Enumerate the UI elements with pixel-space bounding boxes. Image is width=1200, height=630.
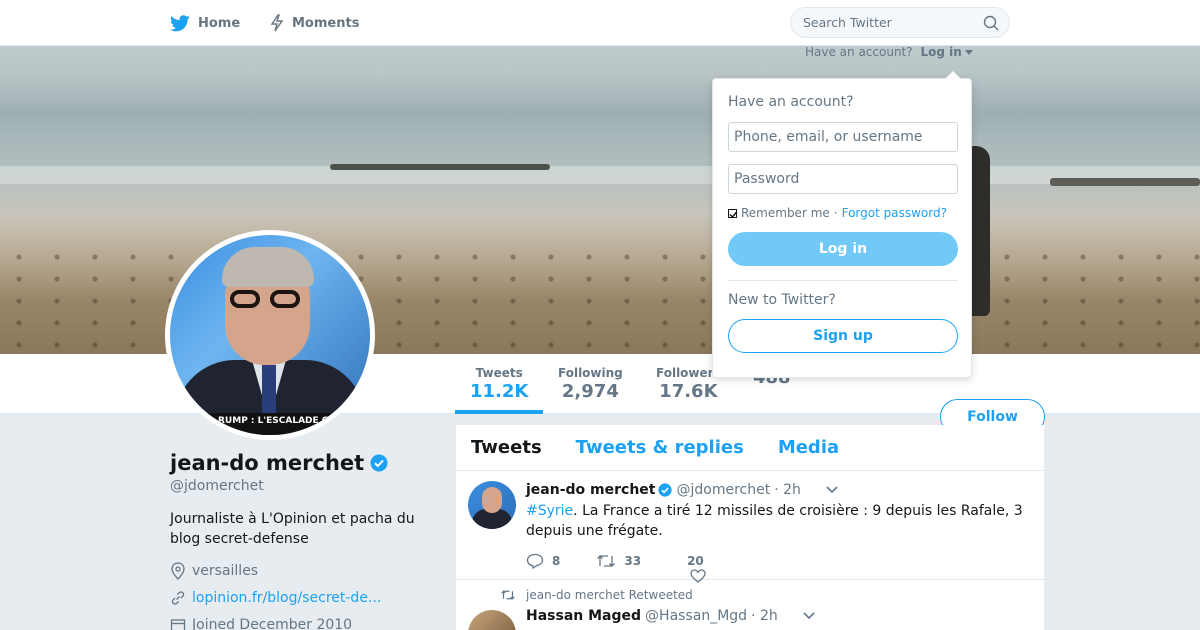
dropdown-divider [728, 280, 958, 281]
website-text[interactable]: lopinion.fr/blog/secret-de... [192, 590, 381, 606]
verified-badge-icon [658, 483, 673, 497]
avatar-caption: RUMP : L'ESCALADE GUE [170, 413, 370, 435]
nav-home-label: Home [198, 15, 241, 31]
tab-tweets[interactable]: Tweets [471, 437, 542, 458]
like-action[interactable]: 20 [677, 553, 706, 583]
avatar-hair [222, 247, 314, 287]
banner-rock-right [1050, 178, 1200, 186]
tweet-header: Hassan Maged @Hassan_Mgd · 2h [526, 608, 816, 624]
stat-label: Tweets [475, 366, 523, 380]
tweet-avatar[interactable] [468, 481, 516, 529]
have-account-text: Have an account? [805, 45, 913, 59]
stat-followers[interactable]: Followers 17.6K [656, 366, 721, 402]
stat-following[interactable]: Following 2,974 [558, 366, 623, 402]
joined-text: Joined December 2010 [192, 617, 353, 630]
login-dropdown: Have an account? Phone, email, or userna… [712, 71, 972, 378]
stat-label: Following [558, 366, 623, 380]
profile-bio: Journaliste à L'Opinion et pacha du blog… [170, 511, 415, 547]
tweet-body: . La France a tiré 12 missiles de croisi… [526, 503, 1023, 539]
signup-button[interactable]: Sign up [728, 319, 958, 353]
tweet-time[interactable]: · 2h [774, 482, 801, 498]
login-button[interactable]: Log in [728, 232, 958, 266]
stat-value: 17.6K [659, 381, 718, 402]
profile-location: versailles [170, 562, 258, 580]
tweet-avatar[interactable] [468, 610, 516, 630]
top-nav: Home Moments Search Twitter [0, 0, 1200, 46]
retweet-action[interactable]: 33 [596, 553, 641, 569]
tweet-handle[interactable]: @Hassan_Mgd [645, 608, 747, 624]
tweet-actions: 8 33 20 [526, 553, 740, 583]
profile-handle[interactable]: @jdomerchet [170, 478, 264, 494]
search-input[interactable]: Search Twitter [790, 7, 1010, 38]
stat-tweets[interactable]: Tweets 11.2K [470, 366, 528, 402]
new-to-twitter-text: New to Twitter? [728, 292, 836, 308]
caret-down-icon[interactable] [964, 50, 973, 55]
stat-label: Followers [656, 366, 721, 380]
verified-badge-icon [370, 454, 388, 472]
active-stat-indicator [455, 410, 543, 414]
banner-rock [330, 164, 550, 170]
retweet-icon [597, 555, 616, 567]
reply-action[interactable]: 8 [526, 553, 560, 569]
lightning-icon [270, 14, 284, 32]
remember-label[interactable]: Remember me [741, 206, 830, 220]
timeline-tabs: Tweets Tweets & replies Media [456, 425, 1044, 471]
stat-value: 11.2K [470, 381, 529, 402]
reply-icon [526, 553, 544, 569]
search-placeholder: Search Twitter [803, 15, 892, 30]
tweet-hashtag[interactable]: #Syrie [526, 503, 573, 519]
profile-website[interactable]: lopinion.fr/blog/secret-de... [170, 590, 381, 606]
profile-joined: Joined December 2010 [170, 617, 352, 630]
profile-name-row: jean-do merchet [170, 451, 388, 475]
location-pin-icon [171, 562, 185, 580]
separator-dot: · [833, 206, 838, 220]
username-field[interactable]: Phone, email, or username [728, 122, 958, 152]
password-field[interactable]: Password [728, 164, 958, 194]
tweet-author[interactable]: jean-do merchet [526, 482, 655, 498]
tweet-text: #Syrie. La France a tiré 12 missiles de … [526, 501, 1031, 541]
tweet-header: jean-do merchet @jdomerchet · 2h [526, 482, 839, 498]
tweet-author[interactable]: Hassan Maged [526, 608, 641, 624]
location-text: versailles [192, 563, 259, 579]
calendar-icon [170, 619, 186, 630]
tweet[interactable]: jean-do merchet @jdomerchet · 2h #Syrie.… [456, 471, 1044, 583]
login-dropdown-title: Have an account? [728, 94, 854, 110]
tweet-handle[interactable]: @jdomerchet [676, 482, 770, 498]
chevron-down-icon[interactable] [825, 485, 839, 495]
checkmark-icon [729, 210, 738, 218]
search-icon[interactable] [983, 15, 999, 31]
stat-value: 2,974 [561, 381, 619, 402]
twitter-bird-icon [170, 14, 190, 31]
password-placeholder: Password [734, 171, 800, 187]
retweet-context-text: jean-do merchet Retweeted [526, 588, 693, 602]
reply-count: 8 [552, 554, 561, 568]
tab-media[interactable]: Media [778, 437, 839, 458]
remember-row: Remember me · Forgot password? [728, 206, 956, 220]
nav-moments[interactable]: Moments [270, 0, 359, 46]
banner-water [0, 166, 1200, 184]
timeline: Tweets Tweets & replies Media jean-do me… [456, 425, 1044, 630]
link-icon [171, 591, 185, 605]
retweet-icon [501, 590, 515, 600]
tab-tweets-replies[interactable]: Tweets & replies [576, 437, 744, 458]
retweet-context: jean-do merchet Retweeted [500, 588, 693, 602]
chevron-down-icon[interactable] [802, 611, 816, 621]
login-toggle[interactable]: Log in [920, 45, 961, 59]
tweet[interactable]: jean-do merchet Retweeted Hassan Maged @… [456, 580, 1044, 630]
nav-moments-label: Moments [292, 15, 360, 31]
have-account-prompt: Have an account? Log in [805, 45, 973, 59]
forgot-password-link[interactable]: Forgot password? [842, 206, 947, 220]
retweet-count: 33 [624, 554, 642, 568]
avatar-tie [262, 365, 276, 415]
like-count: 20 [687, 554, 704, 568]
avatar-glasses [230, 290, 306, 308]
tweet-time[interactable]: · 2h [751, 608, 778, 624]
username-placeholder: Phone, email, or username [734, 129, 923, 145]
avatar-photo: RUMP : L'ESCALADE GUE [170, 235, 370, 435]
nav-home[interactable]: Home [170, 0, 240, 46]
profile-avatar[interactable]: RUMP : L'ESCALADE GUE [165, 230, 375, 440]
remember-checkbox[interactable] [728, 208, 738, 218]
profile-name: jean-do merchet [170, 451, 365, 475]
